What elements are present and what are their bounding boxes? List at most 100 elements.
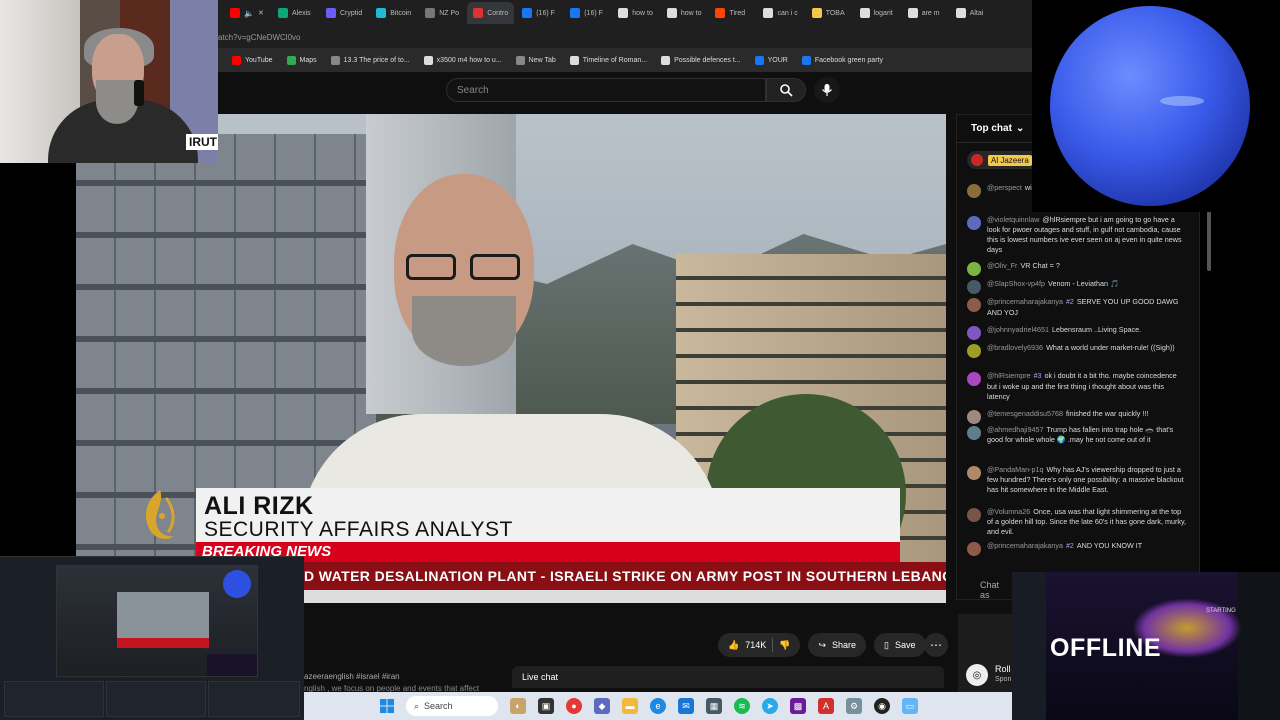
photos-icon[interactable]: ▭	[902, 698, 918, 714]
browser-tab[interactable]: Alexis	[272, 2, 318, 24]
chrome-icon[interactable]: ●	[566, 698, 582, 714]
chat-author[interactable]: @Oliv_Fr	[987, 261, 1017, 270]
telegram-icon[interactable]: ➤	[762, 698, 778, 714]
browser-tab[interactable]: Cryptid	[320, 2, 368, 24]
bookmark-item[interactable]: YouTube	[232, 55, 273, 65]
bookmark-item[interactable]: New Tab	[515, 55, 556, 65]
avatar[interactable]	[967, 262, 981, 276]
chat-author[interactable]: @johnnyadriel4651	[987, 325, 1049, 334]
chat-author[interactable]: @temesgenaddisu5768	[987, 409, 1063, 418]
avatar[interactable]	[967, 542, 981, 556]
browser-tab[interactable]: logarit	[854, 2, 900, 24]
acrobat-icon[interactable]: A	[818, 698, 834, 714]
browser-tab[interactable]: TOBA	[806, 2, 852, 24]
taskbar-search[interactable]: ⌕ Search	[406, 696, 498, 716]
browser-tab[interactable]: NZ Po	[419, 2, 465, 24]
more-actions-button[interactable]: ⋯	[924, 633, 948, 657]
browser-tab[interactable]: how to	[661, 2, 708, 24]
task-view-icon[interactable]: ▣	[538, 698, 554, 714]
share-button[interactable]: ↪ Share	[808, 633, 867, 657]
chat-text: VR Chat = ?	[1020, 261, 1060, 270]
tab-label: how to	[680, 9, 702, 17]
avatar[interactable]	[967, 216, 981, 230]
chat-author[interactable]: @ahmedhaji9457	[987, 425, 1043, 434]
avatar[interactable]	[967, 426, 981, 440]
chat-author[interactable]: @princemaharajakanya	[987, 297, 1063, 306]
search-button[interactable]	[766, 78, 806, 102]
widgets-icon[interactable]: ◐	[510, 698, 526, 714]
audio-icon[interactable]: 🔈	[244, 9, 254, 18]
description-tags[interactable]: azeeraenglish #israel #iran	[304, 672, 400, 681]
chat-author[interactable]: @hlRsiempre	[987, 371, 1031, 380]
guest-role: SECURITY AFFAIRS ANALYST	[204, 518, 513, 541]
neptune-overlay	[1032, 0, 1280, 212]
obs-sources-dock[interactable]	[106, 681, 206, 717]
browser-tab[interactable]: Contro	[467, 2, 515, 24]
settings-icon[interactable]: ⚙	[846, 698, 862, 714]
chat-input[interactable]: Chat as	[956, 578, 1016, 600]
browser-tab[interactable]: Bitcoin	[370, 2, 417, 24]
obs-icon[interactable]: ◉	[874, 698, 890, 714]
chat-author[interactable]: @violetquinnlaw	[987, 215, 1039, 224]
bookmark-item[interactable]: YOUR	[754, 55, 788, 65]
chat-scrollbar[interactable]	[1207, 211, 1211, 271]
thumbs-down-icon[interactable]: 👎	[779, 640, 790, 651]
windows-taskbar: ⌕ Search ◐ ▣ ● ◆ ▬ e ✉ ▦ ≋ ➤ ▩ A ⚙ ◉ ▭	[304, 692, 1012, 720]
avatar[interactable]	[967, 508, 981, 522]
tab-label: Contro	[487, 9, 509, 17]
bookmark-item[interactable]: Timeline of Roman...	[569, 55, 647, 65]
tab-youtube-controls[interactable]: 🔈 ✕	[224, 2, 270, 24]
chat-message: @bradlovely6936 What a world under market…	[967, 343, 1187, 358]
browser-tab[interactable]: Tired	[709, 2, 755, 24]
avatar[interactable]	[967, 344, 981, 358]
browser-tab[interactable]: (16) F	[516, 2, 562, 24]
browser-tab[interactable]: (16) F	[564, 2, 610, 24]
avatar[interactable]	[967, 466, 981, 480]
voice-search-button[interactable]	[814, 77, 840, 103]
spotify-icon[interactable]: ≋	[734, 698, 750, 714]
obs-scenes-dock[interactable]	[4, 681, 104, 717]
pinned-channel-label: Al Jazeera	[988, 154, 1032, 166]
address-bar[interactable]: atch?v=gCNeDWCl0vo	[218, 26, 1032, 48]
avatar[interactable]	[967, 184, 981, 198]
live-chat-label: Live chat	[522, 672, 559, 682]
bookmark-item[interactable]: Facebook green party	[801, 55, 883, 65]
avatar[interactable]	[967, 326, 981, 340]
avatar[interactable]	[967, 280, 981, 294]
starting-label: STARTING	[1206, 608, 1236, 614]
obs-mixer-dock[interactable]	[208, 681, 300, 717]
youtube-header: Search	[218, 72, 1032, 112]
bookmark-item[interactable]: 13.3 The price of to...	[330, 55, 410, 65]
obs-preview-thumbnail[interactable]	[56, 565, 258, 677]
avatar[interactable]	[967, 410, 981, 424]
chat-author[interactable]: @princemaharajakanya	[987, 541, 1063, 550]
bookmark-item[interactable]: x3500 m4 how to u...	[423, 55, 502, 65]
video-player[interactable]: ALI RIZK SECURITY AFFAIRS ANALYST BREAKI…	[76, 114, 946, 603]
like-button[interactable]: 👍 714K 👎	[718, 633, 801, 657]
browser-tab[interactable]: how to	[612, 2, 659, 24]
windows-start-icon[interactable]	[380, 699, 394, 713]
email-icon[interactable]: ✉	[678, 698, 694, 714]
sponsor-title[interactable]: Roll	[995, 664, 1011, 674]
avatar[interactable]	[967, 298, 981, 312]
chat-author[interactable]: @Volumna26	[987, 507, 1030, 516]
bookmark-item[interactable]: Possible defences t...	[661, 55, 741, 65]
chat-author[interactable]: @SlapShox-vp4fp	[987, 279, 1045, 288]
bookmark-item[interactable]: Maps	[286, 55, 317, 65]
chat-author[interactable]: @PandaMan-p1q	[987, 465, 1043, 474]
app2-icon[interactable]: ▩	[790, 698, 806, 714]
folder-icon[interactable]: ▬	[622, 698, 638, 714]
search-input[interactable]: Search	[446, 78, 766, 102]
avatar[interactable]	[967, 372, 981, 386]
browser-tab[interactable]: can i c	[757, 2, 803, 24]
edge-icon[interactable]: e	[650, 698, 666, 714]
close-tab-icon[interactable]: ✕	[258, 9, 264, 17]
browser-tab[interactable]: are m	[902, 2, 948, 24]
app-icon[interactable]: ◆	[594, 698, 610, 714]
calculator-icon[interactable]: ▦	[706, 698, 722, 714]
chat-author[interactable]: @perspect	[987, 183, 1022, 192]
browser-tab[interactable]: Altai	[950, 2, 996, 24]
chat-author[interactable]: @bradlovely6936	[987, 343, 1043, 352]
save-button[interactable]: ▯ Save	[874, 633, 926, 657]
live-chat-tab[interactable]: Live chat	[512, 666, 944, 688]
